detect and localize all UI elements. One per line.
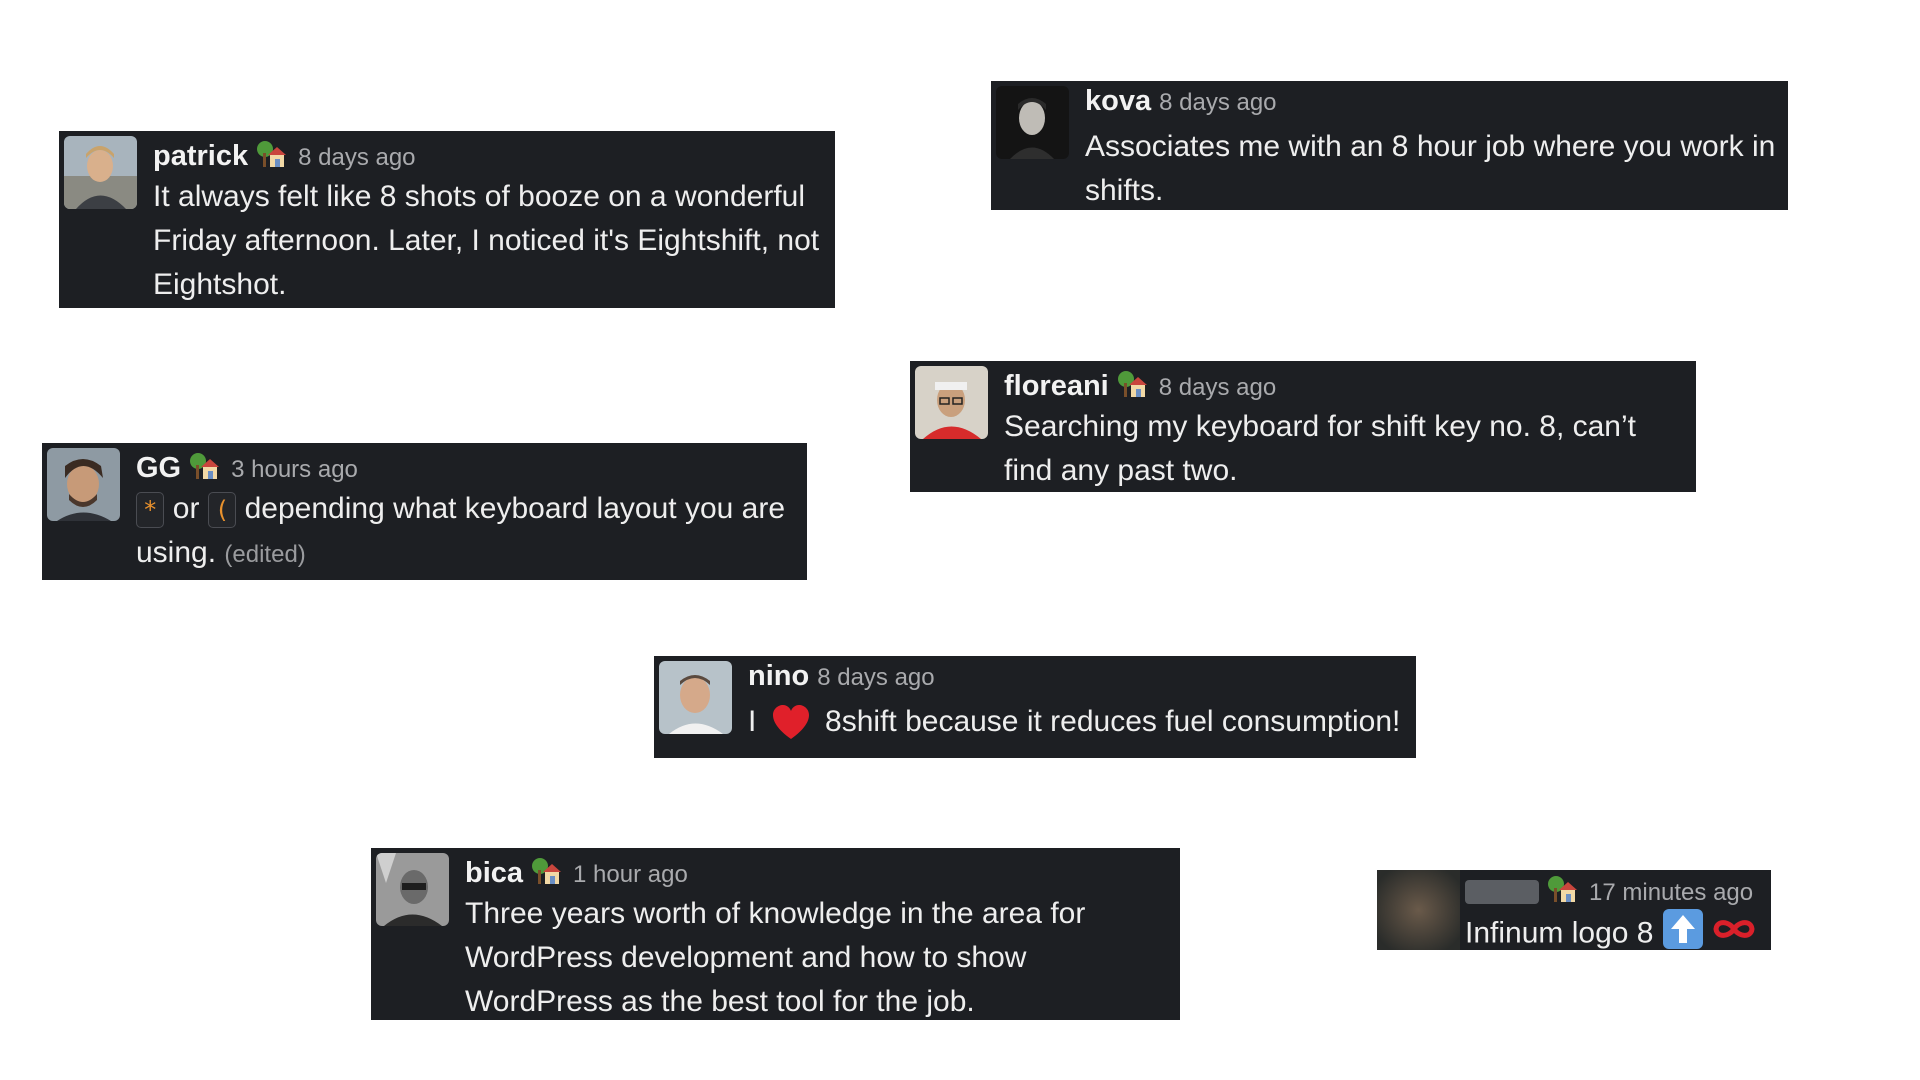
avatar[interactable] <box>64 136 137 209</box>
timestamp[interactable]: 8 days ago <box>817 664 934 692</box>
message-card-nino: nino 8 days ago I 8shift because it redu… <box>654 656 1416 758</box>
message-card-floreani: floreani 8 days ago Searching my keyboar… <box>910 361 1696 492</box>
message-text-start: I <box>748 705 757 738</box>
username[interactable]: nino <box>748 660 809 693</box>
message-text: It always felt like 8 shots of booze on … <box>153 180 820 301</box>
avatar[interactable] <box>47 448 120 521</box>
or-text: or <box>172 492 200 525</box>
arrow-up-icon <box>1662 908 1704 961</box>
house-with-garden-icon <box>531 856 562 886</box>
edited-label: (edited) <box>224 541 306 568</box>
house-with-garden-icon <box>1117 369 1147 399</box>
message-text: Associates me with an 8 hour job where y… <box>1085 130 1776 207</box>
house-with-garden-icon <box>256 139 287 169</box>
message-card-bica: bica 1 hour ago Three years worth of kno… <box>371 848 1180 1020</box>
inline-code-asterisk: * <box>136 492 165 529</box>
username[interactable]: patrick <box>153 140 248 173</box>
timestamp[interactable]: 8 days ago <box>1159 89 1276 117</box>
message-text-rest: 8shift because it reduces fuel consumpti… <box>825 705 1401 738</box>
timestamp[interactable]: 17 minutes ago <box>1589 879 1753 907</box>
message-text: Searching my keyboard for shift key no. … <box>1004 410 1636 487</box>
username[interactable]: kova <box>1085 85 1151 118</box>
message-card-gg: GG 3 hours ago * or ( depending what key… <box>42 443 807 580</box>
house-with-garden-icon <box>1547 874 1577 904</box>
message-text: I 8shift because it reduces fuel consump… <box>748 700 1406 744</box>
timestamp[interactable]: 8 days ago <box>1159 374 1276 402</box>
infinity-icon <box>1712 914 1756 955</box>
canvas: patrick 8 days ago It always felt like 8… <box>0 0 1920 1080</box>
avatar[interactable] <box>915 366 988 439</box>
timestamp[interactable]: 8 days ago <box>298 144 415 172</box>
message-text: Three years worth of knowledge in the ar… <box>465 897 1086 1018</box>
avatar[interactable] <box>659 661 732 734</box>
avatar[interactable] <box>376 853 449 926</box>
timestamp[interactable]: 1 hour ago <box>573 861 688 889</box>
message-text: * or ( depending what keyboard layout yo… <box>136 487 797 577</box>
message-text-start: Infinum logo 8 <box>1465 916 1654 950</box>
house-with-garden-icon <box>189 451 220 481</box>
username[interactable]: bica <box>465 857 523 890</box>
message-card-kova: kova 8 days ago Associates me with an 8 … <box>991 81 1788 210</box>
inline-code-paren: ( <box>207 492 237 529</box>
timestamp[interactable]: 3 hours ago <box>231 456 358 484</box>
message-card-blurred-user: 17 minutes ago Infinum logo 8 <box>1377 870 1771 950</box>
username[interactable]: GG <box>136 452 181 485</box>
username[interactable]: floreani <box>1004 370 1109 403</box>
avatar[interactable] <box>1377 870 1460 950</box>
heart-icon <box>771 703 811 743</box>
message-text: Infinum logo 8 <box>1465 908 1761 961</box>
blurred-username[interactable] <box>1465 880 1539 904</box>
message-card-patrick: patrick 8 days ago It always felt like 8… <box>59 131 835 308</box>
avatar[interactable] <box>996 86 1069 159</box>
